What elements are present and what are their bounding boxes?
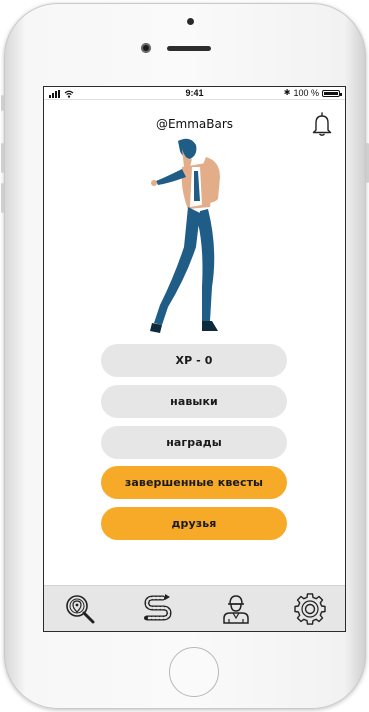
- bottom-tab-bar: [44, 585, 345, 631]
- battery-percent: 100 %: [293, 88, 319, 98]
- notifications-bell-icon[interactable]: [311, 111, 333, 137]
- settings-gear-icon: [294, 593, 326, 625]
- top-sensor: [187, 18, 194, 25]
- home-button[interactable]: [169, 647, 219, 697]
- avatar-illustration: [150, 138, 220, 333]
- tab-map[interactable]: [62, 591, 98, 627]
- volume-down-button: [1, 183, 4, 213]
- completed-quests-button[interactable]: завершенные квесты: [101, 466, 287, 499]
- xp-button[interactable]: XP - 0: [101, 344, 287, 377]
- silent-switch: [1, 95, 4, 111]
- battery-icon: [322, 89, 342, 97]
- app-screen: 9:41 ✱ 100 % @EmmaBars XP - 0 навыки наг…: [43, 86, 346, 632]
- front-camera: [141, 43, 151, 53]
- tab-settings[interactable]: [292, 591, 328, 627]
- bluetooth-icon: ✱: [283, 88, 291, 97]
- rewards-button[interactable]: награды: [101, 426, 287, 459]
- skills-button[interactable]: навыки: [101, 385, 287, 418]
- tab-profile[interactable]: [218, 591, 254, 627]
- friends-button[interactable]: друзья: [101, 507, 287, 540]
- profile-username: @EmmaBars: [155, 117, 234, 131]
- status-bar: 9:41 ✱ 100 %: [44, 87, 345, 100]
- route-icon: [144, 594, 172, 621]
- map-search-icon: [66, 595, 95, 624]
- earpiece-speaker: [167, 46, 211, 51]
- tab-routes[interactable]: [140, 591, 176, 627]
- status-right: ✱ 100 %: [283, 87, 342, 99]
- profile-icon: [223, 595, 249, 624]
- volume-up-button: [1, 143, 4, 173]
